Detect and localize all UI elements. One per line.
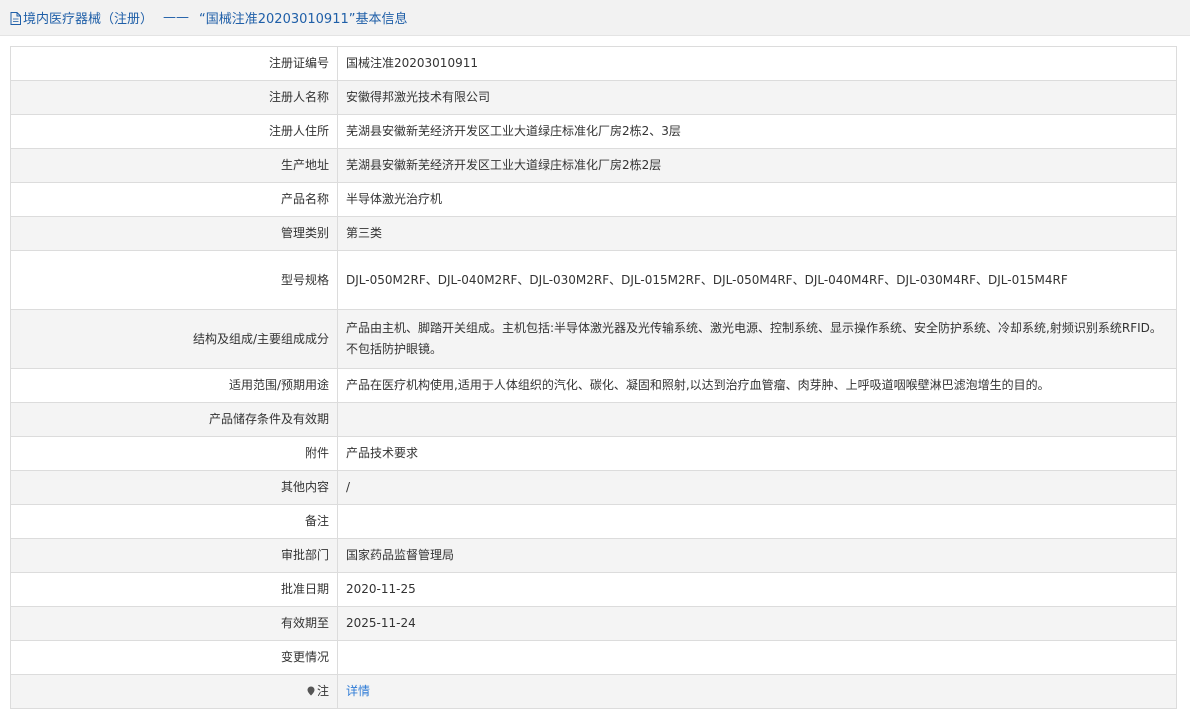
row-label: 批准日期	[10, 572, 338, 607]
row-value	[337, 640, 1177, 675]
table-row: 其他内容 /	[10, 470, 1177, 505]
table-row: 注册人住所 芜湖县安徽新芜经济开发区工业大道绿庄标准化厂房2栋2、3层	[10, 114, 1177, 149]
table-row: 附件 产品技术要求	[10, 436, 1177, 471]
row-value: /	[337, 470, 1177, 505]
row-label: 有效期至	[10, 606, 338, 641]
row-label: 结构及组成/主要组成成分	[10, 309, 338, 369]
row-value: 芜湖县安徽新芜经济开发区工业大道绿庄标准化厂房2栋2层	[337, 148, 1177, 183]
page-header: 境内医疗器械（注册） —— “国械注准20203010911”基本信息	[0, 0, 1190, 36]
row-label: 注册人住所	[10, 114, 338, 149]
page-title: “国械注准20203010911”基本信息	[199, 12, 408, 27]
row-value	[337, 504, 1177, 539]
row-value: 半导体激光治疗机	[337, 182, 1177, 217]
info-table: 注册证编号 国械注准20203010911 注册人名称 安徽得邦激光技术有限公司…	[10, 46, 1177, 709]
table-row: 结构及组成/主要组成成分 产品由主机、脚踏开关组成。主机包括:半导体激光器及光传…	[10, 309, 1177, 369]
row-label: 生产地址	[10, 148, 338, 183]
document-icon	[10, 12, 21, 25]
table-row: 产品名称 半导体激光治疗机	[10, 182, 1177, 217]
header-separator: ——	[163, 10, 190, 25]
info-table-container: 注册证编号 国械注准20203010911 注册人名称 安徽得邦激光技术有限公司…	[10, 46, 1177, 709]
table-row: 审批部门 国家药品监督管理局	[10, 538, 1177, 573]
table-row: 生产地址 芜湖县安徽新芜经济开发区工业大道绿庄标准化厂房2栋2层	[10, 148, 1177, 183]
row-value: 产品在医疗机构使用,适用于人体组织的汽化、碳化、凝固和照射,以达到治疗血管瘤、肉…	[337, 368, 1177, 403]
row-value: 安徽得邦激光技术有限公司	[337, 80, 1177, 115]
table-row: 注册人名称 安徽得邦激光技术有限公司	[10, 80, 1177, 115]
row-value: 国械注准20203010911	[337, 46, 1177, 81]
row-value: 2025-11-24	[337, 606, 1177, 641]
row-label: 变更情况	[10, 640, 338, 675]
pin-icon	[307, 686, 315, 696]
row-value: 第三类	[337, 216, 1177, 251]
row-label: 产品名称	[10, 182, 338, 217]
table-row: 注册证编号 国械注准20203010911	[10, 46, 1177, 81]
table-row: 变更情况	[10, 640, 1177, 675]
row-value: 芜湖县安徽新芜经济开发区工业大道绿庄标准化厂房2栋2、3层	[337, 114, 1177, 149]
table-row: 注 详情	[10, 674, 1177, 709]
row-value: 详情	[337, 674, 1177, 709]
row-value: DJL-050M2RF、DJL-040M2RF、DJL-030M2RF、DJL-…	[337, 250, 1177, 310]
header-prefix: 境内医疗器械（注册）	[23, 12, 154, 27]
table-row: 产品储存条件及有效期	[10, 402, 1177, 437]
row-label: 其他内容	[10, 470, 338, 505]
details-link[interactable]: 详情	[346, 684, 370, 698]
row-label: 管理类别	[10, 216, 338, 251]
row-label: 注册证编号	[10, 46, 338, 81]
row-value: 国家药品监督管理局	[337, 538, 1177, 573]
table-row: 型号规格 DJL-050M2RF、DJL-040M2RF、DJL-030M2RF…	[10, 250, 1177, 310]
row-value: 产品由主机、脚踏开关组成。主机包括:半导体激光器及光传输系统、激光电源、控制系统…	[337, 309, 1177, 369]
table-row: 适用范围/预期用途 产品在医疗机构使用,适用于人体组织的汽化、碳化、凝固和照射,…	[10, 368, 1177, 403]
row-label: 注册人名称	[10, 80, 338, 115]
row-label: 注	[10, 674, 338, 709]
row-value: 产品技术要求	[337, 436, 1177, 471]
note-label: 注	[316, 684, 329, 698]
row-label: 附件	[10, 436, 338, 471]
row-label: 型号规格	[10, 250, 338, 310]
table-row: 管理类别 第三类	[10, 216, 1177, 251]
table-row: 有效期至 2025-11-24	[10, 606, 1177, 641]
table-row: 批准日期 2020-11-25	[10, 572, 1177, 607]
row-label: 适用范围/预期用途	[10, 368, 338, 403]
row-label: 产品储存条件及有效期	[10, 402, 338, 437]
row-value	[337, 402, 1177, 437]
row-label: 备注	[10, 504, 338, 539]
table-row: 备注	[10, 504, 1177, 539]
row-label: 审批部门	[10, 538, 338, 573]
row-value: 2020-11-25	[337, 572, 1177, 607]
